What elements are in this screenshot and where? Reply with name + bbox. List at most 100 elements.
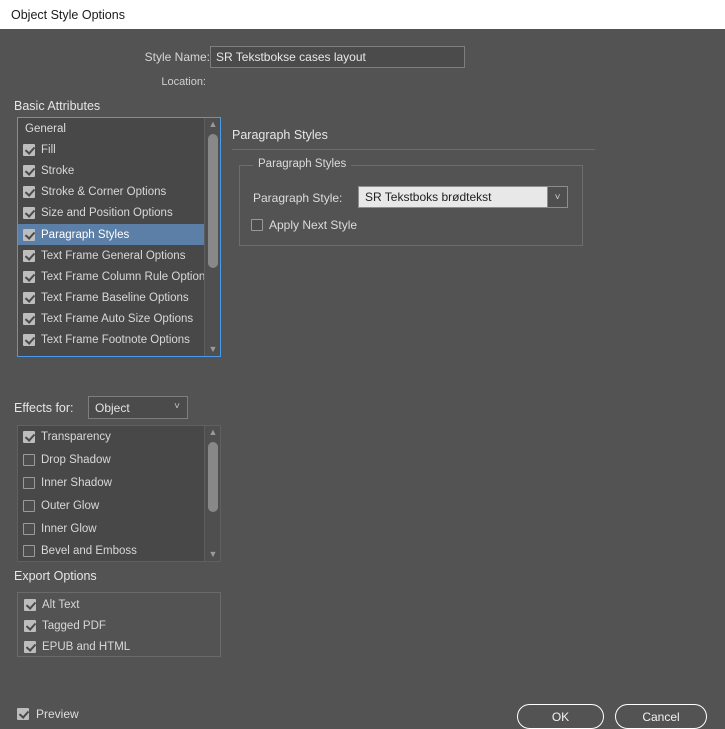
checkbox-icon[interactable] xyxy=(23,292,35,305)
style-name-label: Style Name: xyxy=(144,50,210,64)
paragraph-style-value: SR Tekstboks brødtekst xyxy=(365,190,492,204)
list-item-label: Drop Shadow xyxy=(41,454,111,467)
checkbox-icon[interactable] xyxy=(23,164,35,177)
list-item[interactable]: Stroke & Corner Options xyxy=(18,182,204,203)
list-item-label: Bevel and Emboss xyxy=(41,545,137,558)
effects-target-dropdown[interactable]: Object ˅ xyxy=(88,396,188,419)
basic-attributes-list[interactable]: General Fill Stroke Stroke & Corner Options… xyxy=(17,117,221,357)
list-item[interactable]: Transparency xyxy=(18,426,204,449)
list-item[interactable]: Text Frame General Options xyxy=(18,245,204,266)
checkbox-icon xyxy=(251,219,263,231)
checkbox-icon[interactable] xyxy=(23,334,35,347)
checkbox-icon[interactable] xyxy=(23,207,35,220)
list-item-label: Fill xyxy=(41,143,56,156)
chevron-down-icon[interactable]: ▼ xyxy=(205,343,220,356)
checkbox-icon[interactable] xyxy=(23,186,35,199)
list-item-label: Text Frame Column Rule Options xyxy=(41,270,204,283)
list-item-label: Text Frame General Options xyxy=(41,249,186,262)
list-item-label: Stroke xyxy=(41,164,75,177)
list-item[interactable]: Outer Glow xyxy=(18,494,204,517)
chevron-down-icon: ˅ xyxy=(174,401,180,412)
basic-attributes-heading: Basic Attributes xyxy=(14,99,101,113)
effects-target-value: Object xyxy=(95,400,130,415)
window-titlebar: Object Style Options xyxy=(0,0,725,29)
list-item[interactable]: Inner Glow xyxy=(18,517,204,540)
scrollbar-thumb[interactable] xyxy=(208,442,218,512)
list-item-label: Alt Text xyxy=(42,598,80,611)
list-item[interactable]: EPUB and HTML xyxy=(18,636,220,657)
paragraph-styles-group-legend: Paragraph Styles xyxy=(253,158,352,170)
effects-list[interactable]: Transparency Drop Shadow Inner Shadow Outer… xyxy=(17,425,221,562)
list-item-label: Stroke & Corner Options xyxy=(41,186,167,199)
basic-attributes-rows: General Fill Stroke Stroke & Corner Options… xyxy=(18,118,204,356)
chevron-down-icon[interactable]: ▼ xyxy=(205,548,220,561)
list-item-label: Tagged PDF xyxy=(42,619,106,632)
paragraph-styles-group: Paragraph Styles Paragraph Style: SR Tek… xyxy=(239,158,583,246)
checkbox-icon[interactable] xyxy=(23,143,35,156)
list-item[interactable]: Size and Position Options xyxy=(18,203,204,224)
list-item[interactable]: Fill xyxy=(18,139,204,160)
checkbox-icon[interactable] xyxy=(23,476,35,489)
list-item[interactable]: Drop Shadow xyxy=(18,449,204,472)
list-item-label: Text Frame Auto Size Options xyxy=(41,313,194,326)
preview-label: Preview xyxy=(36,707,79,721)
checkbox-icon[interactable] xyxy=(24,619,36,632)
checkbox-icon[interactable] xyxy=(23,499,35,512)
object-style-options-dialog: Style Name: Location: Basic Attributes G… xyxy=(0,29,725,729)
ok-button[interactable]: OK xyxy=(517,704,604,729)
effects-scrollbar[interactable]: ▲ ▼ xyxy=(204,426,220,561)
checkbox-icon[interactable] xyxy=(23,249,35,262)
right-pane-heading: Paragraph Styles xyxy=(232,128,328,142)
right-pane-divider xyxy=(232,149,595,150)
list-item[interactable]: Text Frame Column Rule Options xyxy=(18,266,204,287)
list-item-label: Outer Glow xyxy=(41,499,100,512)
checkbox-icon[interactable] xyxy=(23,431,35,444)
paragraph-style-label: Paragraph Style: xyxy=(253,191,343,205)
apply-next-style-label: Apply Next Style xyxy=(269,218,358,232)
list-item[interactable]: Stroke xyxy=(18,160,204,181)
list-item-label: Text Frame Baseline Options xyxy=(41,292,189,305)
cancel-button[interactable]: Cancel xyxy=(615,704,707,729)
effects-for-label: Effects for: xyxy=(14,401,74,415)
chevron-up-icon[interactable]: ▲ xyxy=(205,426,220,439)
list-item-label: Size and Position Options xyxy=(41,207,173,220)
checkbox-icon[interactable] xyxy=(23,545,35,558)
checkbox-icon[interactable] xyxy=(23,454,35,467)
list-item-label: Transparency xyxy=(41,431,111,444)
checkbox-icon[interactable] xyxy=(23,228,35,241)
list-item[interactable]: Tagged PDF xyxy=(18,615,220,636)
list-item-label: Text Frame Footnote Options xyxy=(41,334,190,347)
list-item[interactable]: Bevel and Emboss xyxy=(18,540,204,561)
list-item[interactable]: General xyxy=(18,118,204,139)
apply-next-style-checkbox[interactable]: Apply Next Style xyxy=(251,218,357,232)
export-options-box: Alt Text Tagged PDF EPUB and HTML xyxy=(17,592,221,657)
list-item-label: Inner Shadow xyxy=(41,476,112,489)
list-item[interactable]: Inner Shadow xyxy=(18,472,204,495)
checkbox-icon[interactable] xyxy=(24,640,36,653)
effects-rows: Transparency Drop Shadow Inner Shadow Outer… xyxy=(18,426,204,561)
checkbox-icon[interactable] xyxy=(23,270,35,283)
checkbox-icon[interactable] xyxy=(24,598,36,611)
paragraph-style-dropdown[interactable]: SR Tekstboks brødtekst ˅ xyxy=(358,186,568,208)
checkbox-icon[interactable] xyxy=(23,313,35,326)
checkbox-icon[interactable] xyxy=(23,522,35,535)
window-title: Object Style Options xyxy=(11,7,125,22)
style-name-row: Style Name: xyxy=(0,46,725,70)
list-item[interactable]: Text Frame Auto Size Options xyxy=(18,309,204,330)
list-item[interactable]: Text Frame Footnote Options xyxy=(18,330,204,351)
scrollbar-thumb[interactable] xyxy=(208,134,218,268)
location-label: Location: xyxy=(161,76,206,88)
list-item[interactable]: Text Frame Baseline Options xyxy=(18,288,204,309)
list-item-label: EPUB and HTML xyxy=(42,640,131,653)
list-item[interactable]: Alt Text xyxy=(18,594,220,615)
list-item-label: General xyxy=(25,122,66,135)
checkbox-icon xyxy=(17,708,29,720)
chevron-down-icon[interactable]: ˅ xyxy=(547,187,567,207)
list-item-label: Inner Glow xyxy=(41,522,97,535)
export-options-heading: Export Options xyxy=(14,569,97,583)
style-name-input[interactable] xyxy=(210,46,465,68)
list-item[interactable]: Paragraph Styles xyxy=(18,223,204,246)
preview-checkbox[interactable]: Preview xyxy=(17,707,79,721)
chevron-up-icon[interactable]: ▲ xyxy=(205,118,220,131)
basic-attributes-scrollbar[interactable]: ▲ ▼ xyxy=(204,118,220,356)
